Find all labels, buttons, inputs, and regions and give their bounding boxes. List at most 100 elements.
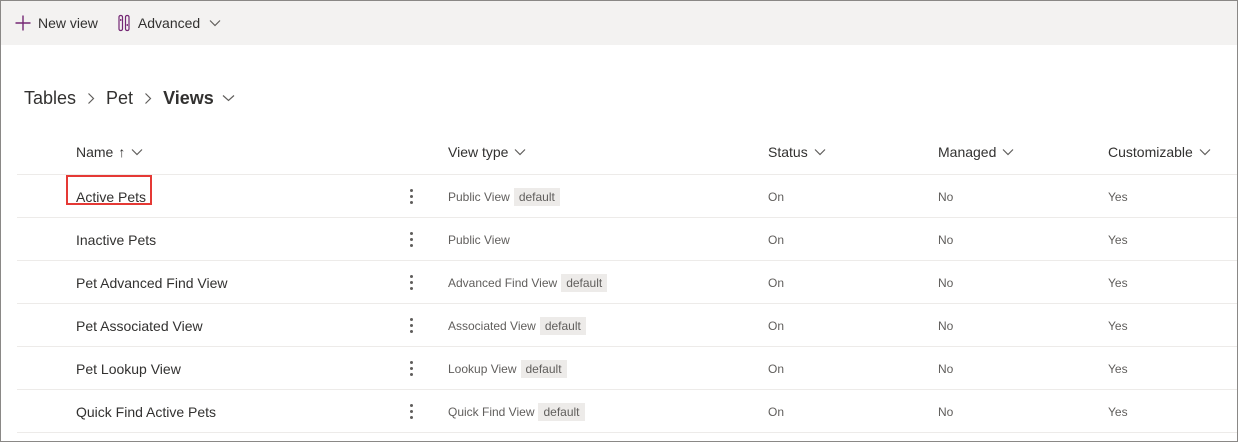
view-name: Pet Lookup View: [76, 360, 181, 377]
managed-value: No: [938, 318, 954, 333]
more-options-button[interactable]: [401, 304, 421, 347]
status-value: On: [768, 189, 785, 204]
advanced-icon: [116, 14, 132, 32]
table-row[interactable]: Active Pets Public View default On No Yes: [17, 174, 1237, 218]
status-cell: On: [768, 390, 784, 433]
managed-cell: No: [938, 261, 953, 304]
view-type-cell: Advanced Find View default: [448, 261, 608, 304]
managed-cell: No: [938, 218, 953, 261]
column-header-view-type-label: View type: [448, 144, 509, 160]
column-header-status-label: Status: [768, 144, 808, 160]
view-type: Associated View: [448, 318, 536, 333]
new-view-label: New view: [38, 15, 98, 31]
advanced-button[interactable]: Advanced: [116, 1, 221, 45]
view-name: Quick Find Active Pets: [76, 403, 217, 420]
customizable-cell: Yes: [1108, 390, 1128, 433]
view-type-cell: Associated View default: [448, 304, 586, 347]
status-value: On: [768, 361, 785, 376]
more-options-button[interactable]: [401, 175, 421, 218]
status-value: On: [768, 318, 785, 333]
view-name: Pet Associated View: [76, 317, 203, 334]
customizable-cell: Yes: [1108, 304, 1128, 347]
status-cell: On: [768, 347, 784, 390]
column-header-view-type[interactable]: View type: [448, 140, 526, 164]
managed-value: No: [938, 361, 954, 376]
customizable-cell: Yes: [1108, 175, 1128, 218]
view-type-cell: Quick Find View default: [448, 390, 585, 433]
status-value: On: [768, 232, 785, 247]
view-name-link[interactable]: Pet Advanced Find View: [76, 261, 228, 304]
more-vertical-icon: [409, 318, 413, 333]
more-vertical-icon: [409, 275, 413, 290]
table-row[interactable]: Inactive Pets Public View On No Yes: [17, 218, 1237, 261]
managed-cell: No: [938, 347, 953, 390]
customizable-value: Yes: [1108, 361, 1128, 376]
more-vertical-icon: [409, 189, 413, 204]
customizable-value: Yes: [1108, 275, 1128, 290]
managed-cell: No: [938, 175, 953, 218]
managed-cell: No: [938, 304, 953, 347]
status-cell: On: [768, 304, 784, 347]
more-vertical-icon: [409, 232, 413, 247]
breadcrumb-tables[interactable]: Tables: [24, 88, 76, 109]
breadcrumb-pet[interactable]: Pet: [106, 88, 133, 109]
column-header-customizable-label: Customizable: [1108, 144, 1193, 160]
new-view-button[interactable]: New view: [14, 1, 98, 45]
views-page: New view Advanced Tables Pet Views Name …: [0, 0, 1238, 442]
customizable-cell: Yes: [1108, 261, 1128, 304]
column-header-name-label: Name: [76, 144, 114, 160]
more-options-button[interactable]: [401, 390, 421, 433]
column-header-managed[interactable]: Managed: [938, 140, 1014, 164]
view-type: Advanced Find View: [448, 275, 558, 290]
customizable-value: Yes: [1108, 318, 1128, 333]
managed-value: No: [938, 232, 954, 247]
managed-value: No: [938, 189, 954, 204]
table-row[interactable]: Pet Lookup View Lookup View default On No…: [17, 347, 1237, 390]
more-options-button[interactable]: [401, 347, 421, 390]
chevron-down-icon: [814, 148, 826, 156]
row-divider: [17, 432, 1237, 433]
customizable-value: Yes: [1108, 404, 1128, 419]
more-options-button[interactable]: [401, 218, 421, 261]
view-name-link[interactable]: Quick Find Active Pets: [76, 390, 216, 433]
breadcrumb: Tables Pet Views: [24, 85, 235, 111]
view-type: Quick Find View: [448, 404, 535, 419]
default-badge: default: [538, 402, 585, 421]
column-header-customizable[interactable]: Customizable: [1108, 140, 1211, 164]
column-header-name[interactable]: Name ↑: [76, 140, 143, 164]
view-type: Public View: [448, 232, 510, 247]
default-badge: default: [513, 187, 560, 206]
column-header-status[interactable]: Status: [768, 140, 826, 164]
table-row[interactable]: Pet Associated View Associated View defau…: [17, 304, 1237, 347]
chevron-right-icon: [144, 92, 152, 105]
view-name-link[interactable]: Pet Associated View: [76, 304, 203, 347]
chevron-right-icon: [87, 92, 95, 105]
view-name-link[interactable]: Active Pets: [66, 174, 152, 218]
customizable-cell: Yes: [1108, 218, 1128, 261]
view-name-link[interactable]: Inactive Pets: [76, 218, 156, 261]
status-cell: On: [768, 175, 784, 218]
default-badge: default: [520, 359, 567, 378]
default-badge: default: [539, 316, 586, 335]
more-vertical-icon: [409, 361, 413, 376]
view-name-link[interactable]: Pet Lookup View: [76, 347, 181, 390]
status-cell: On: [768, 218, 784, 261]
more-vertical-icon: [409, 404, 413, 419]
view-type-cell: Lookup View default: [448, 347, 567, 390]
chevron-down-icon: [209, 19, 221, 27]
view-name: Inactive Pets: [76, 231, 157, 248]
view-type-cell: Public View default: [448, 175, 560, 218]
status-cell: On: [768, 261, 784, 304]
table-row[interactable]: Pet Advanced Find View Advanced Find Vie…: [17, 261, 1237, 304]
advanced-label: Advanced: [137, 15, 201, 31]
chevron-down-icon: [131, 148, 143, 156]
view-type-cell: Public View: [448, 218, 510, 261]
breadcrumb-current-views: Views: [163, 87, 214, 108]
view-name: Pet Advanced Find View: [76, 274, 228, 291]
more-options-button[interactable]: [401, 261, 421, 304]
table-row[interactable]: Quick Find Active Pets Quick Find View de…: [17, 390, 1237, 433]
managed-cell: No: [938, 390, 953, 433]
chevron-down-icon[interactable]: [222, 94, 235, 102]
status-value: On: [768, 404, 785, 419]
view-type: Public View: [448, 189, 510, 204]
